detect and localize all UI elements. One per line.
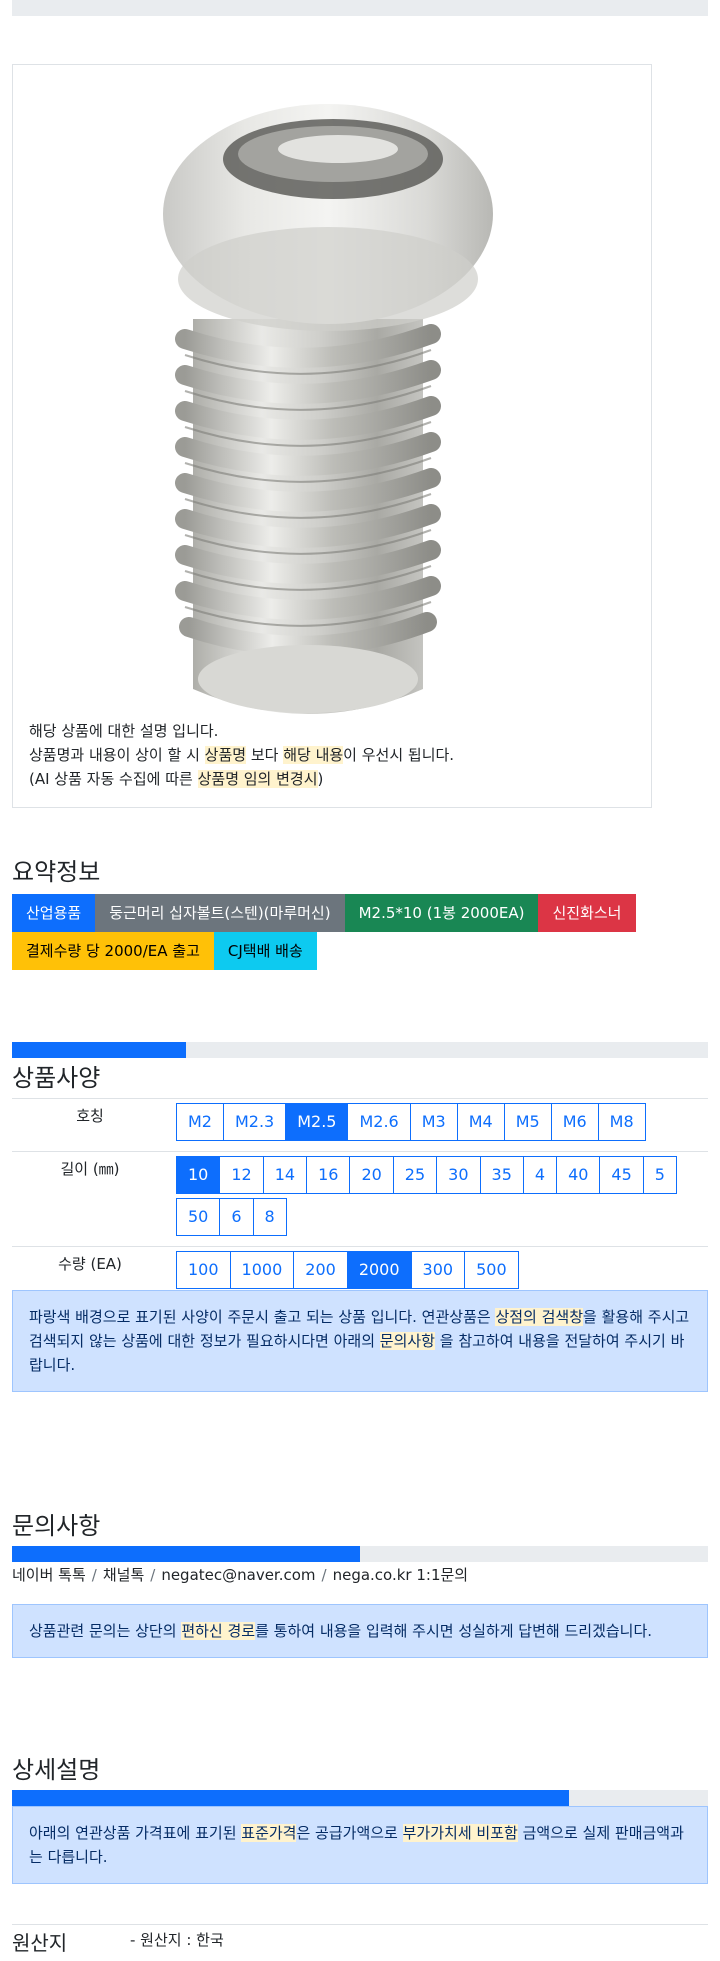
product-card: 해당 상품에 대한 설명 입니다. 상품명과 내용이 상이 할 시 상품명 보다… [12,64,652,808]
spec-option-button[interactable]: 1000 [229,1251,295,1289]
spec-option-button[interactable]: M2 [176,1103,224,1141]
note-text: ) [317,770,324,788]
inquiry-notice-alert: 상품관련 문의는 상단의 편하신 경로를 통하여 내용을 입력해 주시면 성실하… [12,1604,708,1658]
link-email[interactable]: negatec@naver.com [161,1566,315,1584]
spec-option-button[interactable]: 4 [522,1156,558,1194]
summary-tags-row-1: 산업용품 둥근머리 십자볼트(스텐)(마루머신) M2.5*10 (1봉 200… [12,894,636,932]
spec-row-length: 길이 (㎜) 10 12 14 16 20 25 30 35 4 40 45 5 50 6 8 [12,1152,708,1247]
link-naver-talk[interactable]: 네이버 톡톡 [12,1566,86,1584]
spec-option-button[interactable]: 100 [176,1251,231,1289]
spec-option-button[interactable]: 300 [410,1251,466,1289]
spec-option-button[interactable]: M4 [456,1103,505,1141]
spec-row-size: 호칭 M2 M2.3 M2.5 M2.6 M3 M4 M5 M6 M8 [12,1099,708,1152]
highlight-channel: 편하신 경로 [181,1622,256,1640]
detail-title: 상세설명 [12,1756,101,1784]
alert-text: 를 통하여 내용을 입력해 주시면 성실하게 답변해 드리겠습니다. [255,1622,653,1640]
note-text: 보다 [246,746,284,764]
spec-option-button[interactable]: 30 [436,1156,481,1194]
top-bar [12,0,708,16]
spec-option-button[interactable]: 200 [293,1251,348,1289]
spec-option-button[interactable]: 25 [392,1156,438,1194]
spec-option-button[interactable]: 2000 [346,1251,412,1289]
highlight-product-name: 상품명 [204,746,247,764]
spec-options-size: M2 M2.3 M2.5 M2.6 M3 M4 M5 M6 M8 [168,1099,708,1151]
link-separator: / [150,1566,156,1584]
spec-option-button[interactable]: 500 [464,1251,519,1289]
detail-progress-bar [12,1790,708,1806]
link-channel-talk[interactable]: 채널톡 [103,1566,144,1584]
summary-title: 요약정보 [12,858,101,886]
spec-notice-alert: 파랑색 배경으로 표기된 사양이 주문시 출고 되는 상품 입니다. 연관상품은… [12,1290,708,1392]
tag-category: 산업용품 [12,894,96,932]
spec-option-button[interactable]: 6 [219,1198,254,1236]
contact-links: 네이버 톡톡 / 채널톡 / negatec@naver.com / nega.co.kr … [12,1564,468,1585]
detail-progress-fill [12,1790,569,1806]
spec-option-button[interactable]: M2.5 [285,1103,349,1141]
spec-option-button[interactable]: M3 [409,1103,458,1141]
product-note: 해당 상품에 대한 설명 입니다. 상품명과 내용이 상이 할 시 상품명 보다… [29,719,629,791]
spec-label-size: 호칭 [76,1107,104,1125]
spec-progress-fill [12,1042,186,1058]
highlight-search-box: 상점의 검색창 [495,1308,584,1326]
tag-maker: 신진화스너 [538,894,636,932]
spec-option-button[interactable]: 8 [252,1198,287,1236]
tag-product-name: 둥근머리 십자볼트(스텐)(마루머신) [95,894,345,932]
spec-option-button[interactable]: 35 [479,1156,524,1194]
highlight-vat-excluded: 부가가치세 비포함 [402,1824,518,1842]
note-line-1: 해당 상품에 대한 설명 입니다. [29,722,219,740]
note-text: (AI 상품 자동 수집에 따른 [29,770,198,788]
tag-spec: M2.5*10 (1봉 2000EA) [344,894,539,932]
highlight-content: 해당 내용 [283,746,344,764]
screw-product-image [163,104,493,714]
highlight-inquiry: 문의사항 [379,1332,435,1350]
note-text: 이 우선시 됩니다. [343,746,455,764]
spec-option-button[interactable]: M6 [550,1103,599,1141]
detail-notice-alert: 아래의 연관상품 가격표에 표기된 표준가격은 공급가액으로 부가가치세 비포함… [12,1806,708,1884]
link-separator: / [321,1566,327,1584]
spec-option-button[interactable]: 5 [642,1156,677,1194]
spec-option-button[interactable]: M8 [597,1103,646,1141]
spec-option-button[interactable]: 16 [306,1156,351,1194]
note-line-3: (AI 상품 자동 수집에 따른 상품명 임의 변경시) [29,767,629,791]
spec-option-button[interactable]: 50 [176,1198,221,1236]
alert-text: 은 공급가액으로 [296,1824,403,1842]
inquiry-progress-fill [12,1546,360,1562]
inquiry-title: 문의사항 [12,1512,101,1540]
spec-option-button[interactable]: 40 [556,1156,601,1194]
origin-label: 원산지 [12,1931,68,1955]
spec-option-button[interactable]: 12 [219,1156,264,1194]
tag-delivery: CJ택배 배송 [213,932,317,970]
tag-shipping-qty: 결제수량 당 2000/EA 출고 [12,932,214,970]
spec-option-button[interactable]: 45 [599,1156,644,1194]
alert-text: 파랑색 배경으로 표기된 사양이 주문시 출고 되는 상품 입니다. 연관상품은 [29,1308,496,1326]
note-text: 상품명과 내용이 상이 할 시 [29,746,205,764]
alert-text: 상품관련 문의는 상단의 [29,1622,182,1640]
spec-options-length: 10 12 14 16 20 25 30 35 4 40 45 5 50 6 8 [168,1152,708,1246]
spec-table: 호칭 M2 M2.3 M2.5 M2.6 M3 M4 M5 M6 M8 길이 (㎜) 10 12 1… [12,1098,708,1300]
note-line-2: 상품명과 내용이 상이 할 시 상품명 보다 해당 내용이 우선시 됩니다. [29,743,629,767]
inquiry-progress-bar [12,1546,708,1562]
summary-tags-row-2: 결제수량 당 2000/EA 출고 CJ택배 배송 [12,932,317,970]
spec-option-button[interactable]: M2.3 [222,1103,287,1141]
origin-value: - 원산지 : 한국 [130,1931,224,1949]
spec-option-button[interactable]: 10 [176,1156,221,1194]
origin-row: 원산지 - 원산지 : 한국 [12,1924,708,1961]
highlight-name-change: 상품명 임의 변경시 [197,770,318,788]
spec-option-button[interactable]: M5 [503,1103,552,1141]
link-website-inquiry[interactable]: nega.co.kr 1:1문의 [333,1566,469,1584]
spec-progress-bar [12,1042,708,1058]
highlight-standard-price: 표준가격 [241,1824,297,1842]
spec-option-button[interactable]: 20 [349,1156,394,1194]
spec-option-button[interactable]: M2.6 [347,1103,411,1141]
spec-title: 상품사양 [12,1064,101,1092]
spec-option-button[interactable]: 14 [262,1156,308,1194]
alert-text: 아래의 연관상품 가격표에 표기된 [29,1824,242,1842]
link-separator: / [91,1566,97,1584]
spec-label-length: 길이 (㎜) [60,1160,120,1178]
